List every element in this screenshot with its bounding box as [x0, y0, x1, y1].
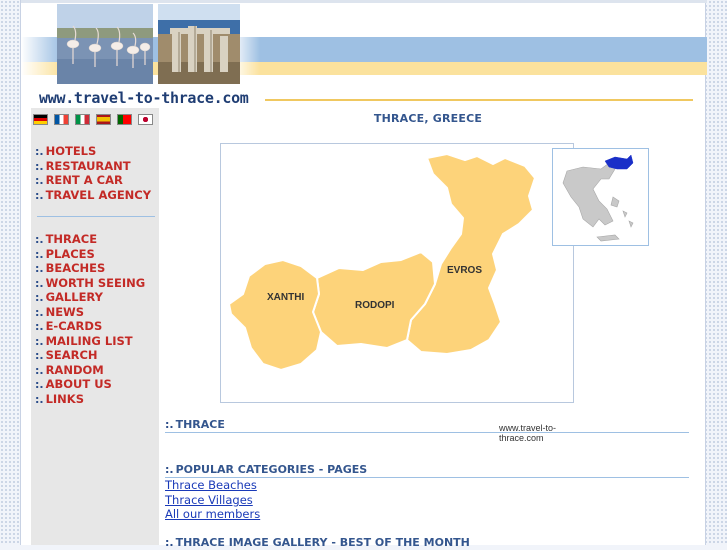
menu-item-mailing-list[interactable]: :. MAILING LIST	[35, 334, 145, 349]
menu-item-label: WORTH SEEING	[45, 275, 146, 290]
menu-item-label: LINKS	[45, 391, 85, 406]
site-logo[interactable]: www.travel-to-thrace.com	[39, 89, 249, 107]
section-bullet: :.	[165, 536, 174, 549]
section-thrace: :. THRACE	[165, 418, 689, 433]
menu-item-travel-agency[interactable]: :. TRAVEL AGENCY	[35, 188, 151, 203]
language-flags	[33, 114, 153, 125]
sky-band-fade	[21, 37, 61, 62]
link-thrace-beaches[interactable]: Thrace Beaches	[165, 478, 257, 492]
link-thrace-villages[interactable]: Thrace Villages	[165, 493, 253, 507]
bullet: :.	[35, 320, 44, 333]
thrace-highlight	[604, 154, 634, 170]
greece-inset-map	[552, 148, 649, 246]
italian-flag-icon[interactable]	[75, 114, 90, 125]
region-label-xanthi: XANTHI	[267, 292, 305, 303]
menu-item-thrace[interactable]: :. THRACE	[35, 232, 145, 247]
section-title: THRACE	[175, 418, 225, 431]
menu-item-label: E-CARDS	[45, 319, 103, 333]
evros-region	[406, 153, 536, 355]
thrace-map[interactable]: XANTHI RODOPI EVROS www.travel-to-thrace…	[220, 143, 574, 443]
bullet: :.	[35, 174, 44, 187]
region-label-rodopi: RODOPI	[355, 300, 395, 311]
menu-item-label: THRACE	[45, 232, 98, 246]
menu-item-label: PLACES	[45, 246, 95, 261]
menu-item-label: MAILING LIST	[45, 333, 133, 348]
menu-item-label: BEACHES	[45, 261, 106, 275]
menu-item-about-us[interactable]: :. ABOUT US	[35, 377, 145, 392]
xanthi-region	[228, 259, 322, 371]
menu-item-label: SEARCH	[45, 348, 98, 362]
bullet: :.	[35, 188, 44, 202]
menu-item-rent-a-car[interactable]: :. RENT A CAR	[35, 173, 151, 188]
menu-separator	[37, 216, 155, 217]
greece-inset-graphic	[562, 154, 634, 242]
bullet: :.	[35, 145, 44, 158]
menu-item-worth-seeing[interactable]: :. WORTH SEEING	[35, 276, 145, 291]
menu-item-label: NEWS	[45, 304, 85, 319]
region-label-evros: EVROS	[447, 265, 483, 276]
bullet: :.	[35, 159, 44, 173]
german-flag-icon[interactable]	[33, 114, 48, 125]
menu-item-links[interactable]: :. LINKS	[35, 392, 145, 407]
photo-fade	[240, 37, 260, 75]
menu-item-label: RANDOM	[45, 362, 104, 377]
menu-item-label: RESTAURANT	[45, 158, 131, 173]
bullet: :.	[35, 247, 44, 261]
bullet: :.	[35, 262, 44, 275]
bullet: :.	[35, 392, 44, 406]
flamingos-photo	[57, 4, 153, 84]
link-all-members[interactable]: All our members	[165, 507, 260, 521]
header-banner: www.travel-to-thrace.com	[21, 0, 707, 112]
portuguese-flag-icon[interactable]	[117, 114, 132, 125]
services-menu: :. HOTELS :. RESTAURANT :. RENT A CAR :. TRA…	[35, 144, 151, 202]
main-menu: :. THRACE :. PLACES :. BEACHES :. WORTH SEEI…	[35, 232, 145, 406]
page-title: THRACE, GREECE	[373, 112, 483, 125]
menu-item-beaches[interactable]: :. BEACHES	[35, 261, 145, 276]
menu-item-hotels[interactable]: :. HOTELS	[35, 144, 151, 159]
menu-item-label: RENT A CAR	[45, 173, 123, 187]
ancient-columns-photo	[158, 4, 240, 84]
page-frame: www.travel-to-thrace.com :. HOTELS :. REST…	[20, 0, 707, 549]
menu-item-search[interactable]: :. SEARCH	[35, 348, 145, 363]
bullet: :.	[35, 378, 44, 391]
spanish-flag-icon[interactable]	[96, 114, 111, 125]
section-title: POPULAR CATEGORIES - PAGES	[175, 463, 368, 476]
section-popular-categories: :. POPULAR CATEGORIES - PAGES	[165, 463, 689, 478]
menu-item-restaurant[interactable]: :. RESTAURANT	[35, 159, 151, 174]
menu-item-label: HOTELS	[45, 144, 97, 158]
thrace-map-graphic	[228, 153, 536, 371]
section-bullet: :.	[165, 463, 174, 476]
menu-item-gallery[interactable]: :. GALLERY	[35, 290, 145, 305]
bullet: :.	[35, 363, 44, 377]
menu-item-label: GALLERY	[45, 290, 103, 304]
section-bullet: :.	[165, 418, 174, 431]
header-top-line	[21, 0, 707, 3]
bullet: :.	[35, 233, 44, 246]
menu-item-places[interactable]: :. PLACES	[35, 247, 145, 262]
bullet: :.	[35, 305, 44, 319]
sand-band-fade	[21, 62, 61, 75]
menu-item-label: TRAVEL AGENCY	[45, 187, 152, 202]
section-title: THRACE IMAGE GALLERY - BEST OF THE MONTH	[175, 536, 470, 549]
menu-item-news[interactable]: :. NEWS	[35, 305, 145, 320]
bullet: :.	[35, 334, 44, 348]
sidebar: :. HOTELS :. RESTAURANT :. RENT A CAR :. TRA…	[31, 108, 159, 545]
logo-divider-line	[265, 99, 693, 101]
menu-item-random[interactable]: :. RANDOM	[35, 363, 145, 378]
bullet: :.	[35, 276, 44, 290]
section-image-gallery: :. THRACE IMAGE GALLERY - BEST OF THE MON…	[165, 536, 689, 550]
bullet: :.	[35, 349, 44, 362]
menu-item-e-cards[interactable]: :. E-CARDS	[35, 319, 145, 334]
bullet: :.	[35, 291, 44, 304]
menu-item-label: ABOUT US	[45, 377, 112, 391]
japanese-flag-icon[interactable]	[138, 114, 153, 125]
french-flag-icon[interactable]	[54, 114, 69, 125]
